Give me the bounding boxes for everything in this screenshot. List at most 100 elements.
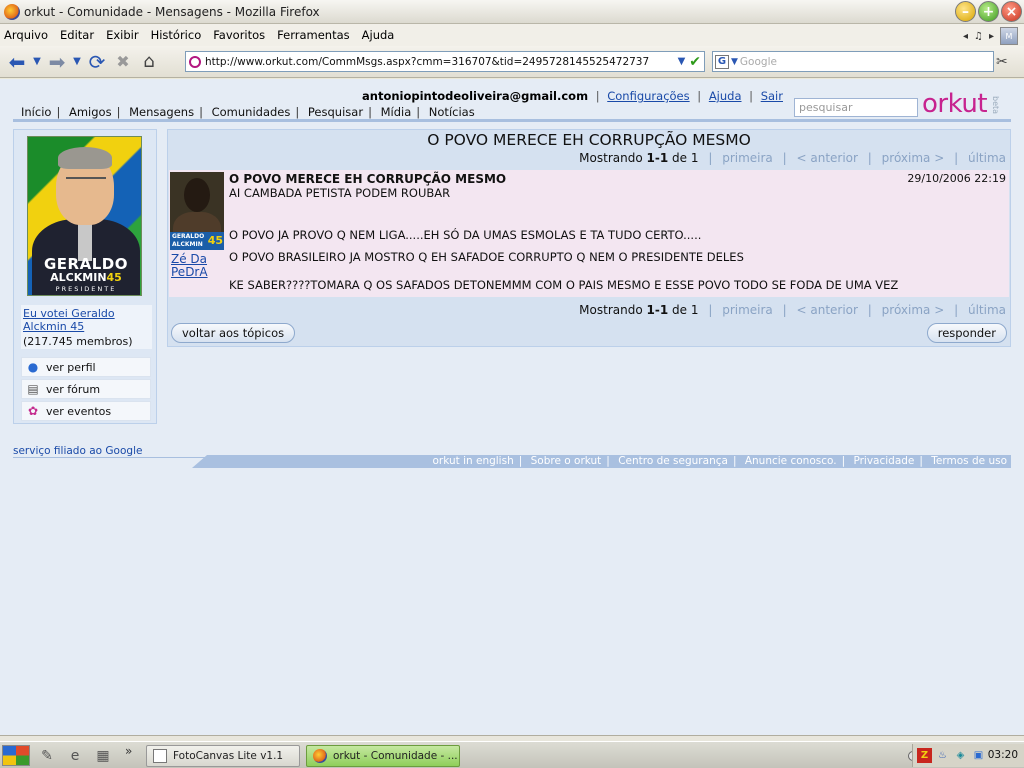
- pager-prev[interactable]: < anterior: [796, 151, 857, 165]
- view-profile-button[interactable]: ● ver perfil: [21, 357, 151, 377]
- footer-safety-link[interactable]: Centro de segurança: [618, 455, 728, 467]
- go-icon[interactable]: ✔: [689, 54, 701, 70]
- firefox-icon: [4, 3, 20, 20]
- nav-inicio[interactable]: Início: [21, 105, 51, 119]
- avatar-badge-number: 45: [207, 234, 223, 247]
- post-line: AI CAMBADA PETISTA PODEM ROUBAR: [229, 186, 451, 200]
- community-photo[interactable]: GERALDO ALCKMIN45 PRESIDENTE: [27, 136, 142, 296]
- url-text[interactable]: http://www.orkut.com/CommMsgs.aspx?cmm=3…: [205, 56, 678, 68]
- pager-next[interactable]: próxima >: [882, 303, 945, 317]
- pager-last[interactable]: última: [968, 303, 1006, 317]
- close-button[interactable]: ×: [1001, 1, 1022, 22]
- home-icon[interactable]: ⌂: [138, 51, 160, 73]
- reload-icon[interactable]: ⟳: [86, 50, 108, 74]
- menu-ferramentas[interactable]: Ferramentas: [277, 28, 349, 42]
- nav-divider: [13, 119, 1011, 122]
- footer-about-link[interactable]: Sobre o orkut: [531, 455, 602, 467]
- reply-button[interactable]: responder: [926, 323, 1007, 343]
- quicklaunch-explorer-icon[interactable]: e: [66, 747, 84, 765]
- orkut-logo[interactable]: orkut: [922, 89, 988, 119]
- user-email: antoniopintodeoliveira@gmail.com: [362, 89, 589, 103]
- topic-panel: O POVO MERECE EH CORRUPÇÃO MESMO Mostran…: [167, 129, 1011, 347]
- footer-privacy-link[interactable]: Privacidade: [853, 455, 914, 467]
- footer-advertise-link[interactable]: Anuncie conosco.: [745, 455, 837, 467]
- pager-last[interactable]: última: [968, 151, 1006, 165]
- menu-ajuda[interactable]: Ajuda: [362, 28, 395, 42]
- nav-comunidades[interactable]: Comunidades: [212, 105, 291, 119]
- zonealarm-icon[interactable]: Z: [917, 748, 932, 763]
- post-line: KE SABER????TOMARA Q OS SAFADOS DETONEMM…: [229, 278, 899, 292]
- search-engine-dropdown-icon[interactable]: ▼: [731, 57, 738, 67]
- antivirus-icon[interactable]: ◈: [953, 748, 968, 763]
- author-avatar[interactable]: GERALDO ALCKMIN 45: [170, 172, 224, 250]
- quicklaunch-more-icon[interactable]: »: [125, 744, 132, 758]
- view-forum-button[interactable]: ▤ ver fórum: [21, 379, 151, 399]
- music-icon[interactable]: ♫: [974, 31, 983, 42]
- task-fotocanvas[interactable]: FotoCanvas Lite v1.1: [146, 745, 300, 767]
- back-icon[interactable]: ⬅: [6, 50, 28, 74]
- orkut-search-input[interactable]: pesquisar: [794, 98, 918, 117]
- task-firefox[interactable]: orkut - Comunidade - ...: [306, 745, 460, 767]
- navigation-toolbar: ⬅ ▼ ➡ ▼ ⟳ ✖ ⌂ http://www.orkut.com/CommM…: [0, 46, 1024, 78]
- person-icon: ●: [27, 360, 39, 374]
- nav-midia[interactable]: Mídia: [381, 105, 412, 119]
- search-box[interactable]: G ▼ Google: [712, 51, 994, 72]
- pager-top: Mostrando 1-1 de 1 | primeira | < anteri…: [579, 151, 1006, 165]
- footer-english-link[interactable]: orkut in english: [432, 455, 513, 467]
- logout-link[interactable]: Sair: [761, 89, 783, 103]
- nav-noticias[interactable]: Notícias: [429, 105, 475, 119]
- quicklaunch-pencil-icon[interactable]: ✎: [38, 747, 56, 765]
- search-placeholder[interactable]: Google: [740, 56, 777, 68]
- menu-exibir[interactable]: Exibir: [106, 28, 139, 42]
- pager-first[interactable]: primeira: [722, 151, 773, 165]
- community-sidebar: GERALDO ALCKMIN45 PRESIDENTE Eu votei Ge…: [13, 129, 157, 424]
- poster-number: 45: [106, 271, 122, 284]
- main-navigation: Início | Amigos | Mensagens | Comunidades | …: [21, 105, 475, 119]
- post-line: O POVO JA PROVO Q NEM LIGA.....EH SÓ DA …: [229, 228, 702, 242]
- nav-pesquisar[interactable]: Pesquisar: [308, 105, 363, 119]
- stop-icon[interactable]: ✖: [112, 51, 134, 73]
- scroll-right-icon[interactable]: ▸: [989, 31, 994, 42]
- help-link[interactable]: Ajuda: [709, 89, 742, 103]
- community-info: Eu votei Geraldo Alckmin 45 (217.745 mem…: [21, 305, 152, 349]
- view-events-button[interactable]: ✿ ver eventos: [21, 401, 151, 421]
- scroll-left-icon[interactable]: ◂: [963, 31, 968, 42]
- volume-icon[interactable]: ▣: [971, 748, 986, 763]
- menu-favoritos[interactable]: Favoritos: [213, 28, 265, 42]
- firefox-icon: [313, 749, 327, 763]
- nav-amigos[interactable]: Amigos: [69, 105, 112, 119]
- url-dropdown-icon[interactable]: ▼: [678, 56, 686, 67]
- avatar-badge-text: GERALDO ALCKMIN: [172, 233, 205, 248]
- community-name-link[interactable]: Eu votei Geraldo Alckmin 45: [23, 307, 115, 333]
- pager-next[interactable]: próxima >: [882, 151, 945, 165]
- google-icon[interactable]: G: [715, 54, 729, 69]
- minimize-button[interactable]: –: [955, 1, 976, 22]
- quicklaunch-calendar-icon[interactable]: ▦: [94, 747, 112, 765]
- menu-historico[interactable]: Histórico: [151, 28, 202, 42]
- post-date: 29/10/2006 22:19: [907, 172, 1006, 185]
- pager-prev[interactable]: < anterior: [796, 303, 857, 317]
- nav-mensagens[interactable]: Mensagens: [129, 105, 194, 119]
- balloons-icon: ✿: [27, 404, 39, 418]
- forward-dropdown-icon[interactable]: ▼: [72, 51, 82, 73]
- user-line: antoniopintodeoliveira@gmail.com | Confi…: [362, 89, 783, 103]
- back-to-topics-button[interactable]: voltar aos tópicos: [171, 323, 296, 343]
- pager-first[interactable]: primeira: [722, 303, 773, 317]
- forward-icon[interactable]: ➡: [46, 50, 68, 74]
- throbber-icon: M: [1000, 27, 1018, 45]
- post-title: O POVO MERECE EH CORRUPÇÃO MESMO: [229, 172, 507, 186]
- url-bar[interactable]: http://www.orkut.com/CommMsgs.aspx?cmm=3…: [185, 51, 705, 72]
- topic-title: O POVO MERECE EH CORRUPÇÃO MESMO: [427, 131, 751, 149]
- menu-arquivo[interactable]: Arquivo: [4, 28, 48, 42]
- search-tool-icon[interactable]: ✂: [996, 54, 1008, 70]
- window-titlebar[interactable]: orkut - Comunidade - Mensagens - Mozilla…: [0, 0, 1024, 24]
- author-link[interactable]: Zé Da PeDrA: [171, 253, 208, 279]
- settings-link[interactable]: Configurações: [607, 89, 689, 103]
- back-dropdown-icon[interactable]: ▼: [32, 51, 42, 73]
- menu-editar[interactable]: Editar: [60, 28, 94, 42]
- beta-label: beta: [991, 96, 1000, 115]
- network-icon[interactable]: ♨: [935, 748, 950, 763]
- footer-terms-link[interactable]: Termos de uso: [931, 455, 1007, 467]
- start-button[interactable]: [2, 745, 30, 766]
- maximize-button[interactable]: +: [978, 1, 999, 22]
